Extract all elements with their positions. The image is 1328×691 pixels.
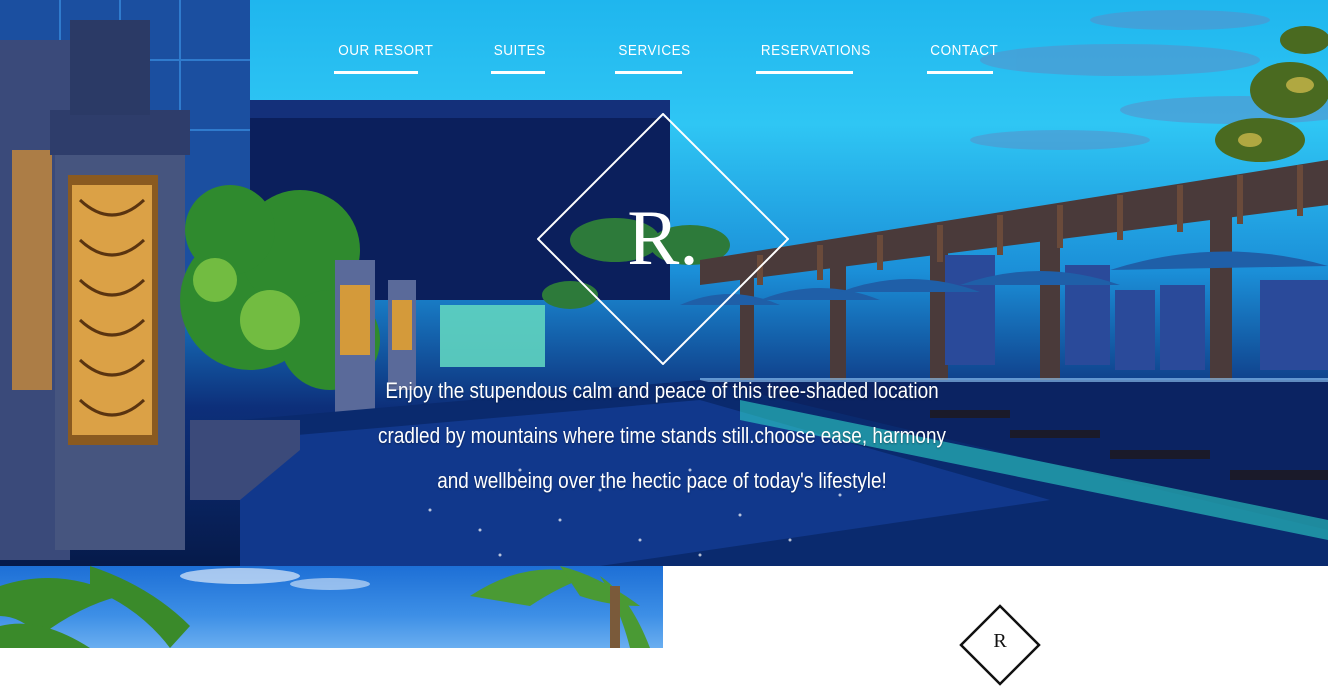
nav-item-services[interactable]: SERVICES	[615, 38, 691, 74]
nav-item-label: OUR RESORT	[338, 42, 434, 59]
nav-item-label: SERVICES	[618, 42, 691, 59]
nav-item-our-resort[interactable]: OUR RESORT	[334, 38, 434, 74]
nav-item-underline	[615, 71, 682, 74]
small-logo-letter: R	[993, 630, 1007, 652]
palm-trees-image	[0, 566, 663, 648]
palm-scene	[0, 566, 650, 648]
tagline-line: Enjoy the stupendous calm and peace of t…	[385, 378, 939, 403]
nav-item-underline	[927, 71, 993, 74]
nav-item-reservations[interactable]: RESERVATIONS	[756, 38, 871, 74]
nav-item-suites[interactable]: SUITES	[491, 38, 545, 74]
nav-item-label: RESERVATIONS	[760, 42, 871, 59]
nav-item-label: CONTACT	[930, 42, 999, 59]
nav-item-label: SUITES	[493, 42, 546, 59]
hero-section: OUR RESORT SUITES SERVICES RESERVATIONS …	[0, 0, 1328, 566]
tagline-line: cradled by mountains where time stands s…	[378, 423, 946, 448]
tagline-line: and wellbeing over the hectic pace of to…	[437, 468, 887, 493]
main-navigation: OUR RESORT SUITES SERVICES RESERVATIONS …	[0, 38, 1328, 78]
logo-letter: R.	[627, 194, 699, 281]
resort-logo[interactable]: R.	[536, 112, 790, 366]
nav-item-underline	[491, 71, 545, 74]
small-logo[interactable]: R	[959, 604, 1041, 686]
nav-item-underline	[756, 71, 853, 74]
about-panel: R	[663, 566, 1328, 686]
hero-tagline: Enjoy the stupendous calm and peace of t…	[330, 368, 994, 503]
nav-item-contact[interactable]: CONTACT	[927, 38, 999, 74]
nav-item-underline	[334, 71, 418, 74]
